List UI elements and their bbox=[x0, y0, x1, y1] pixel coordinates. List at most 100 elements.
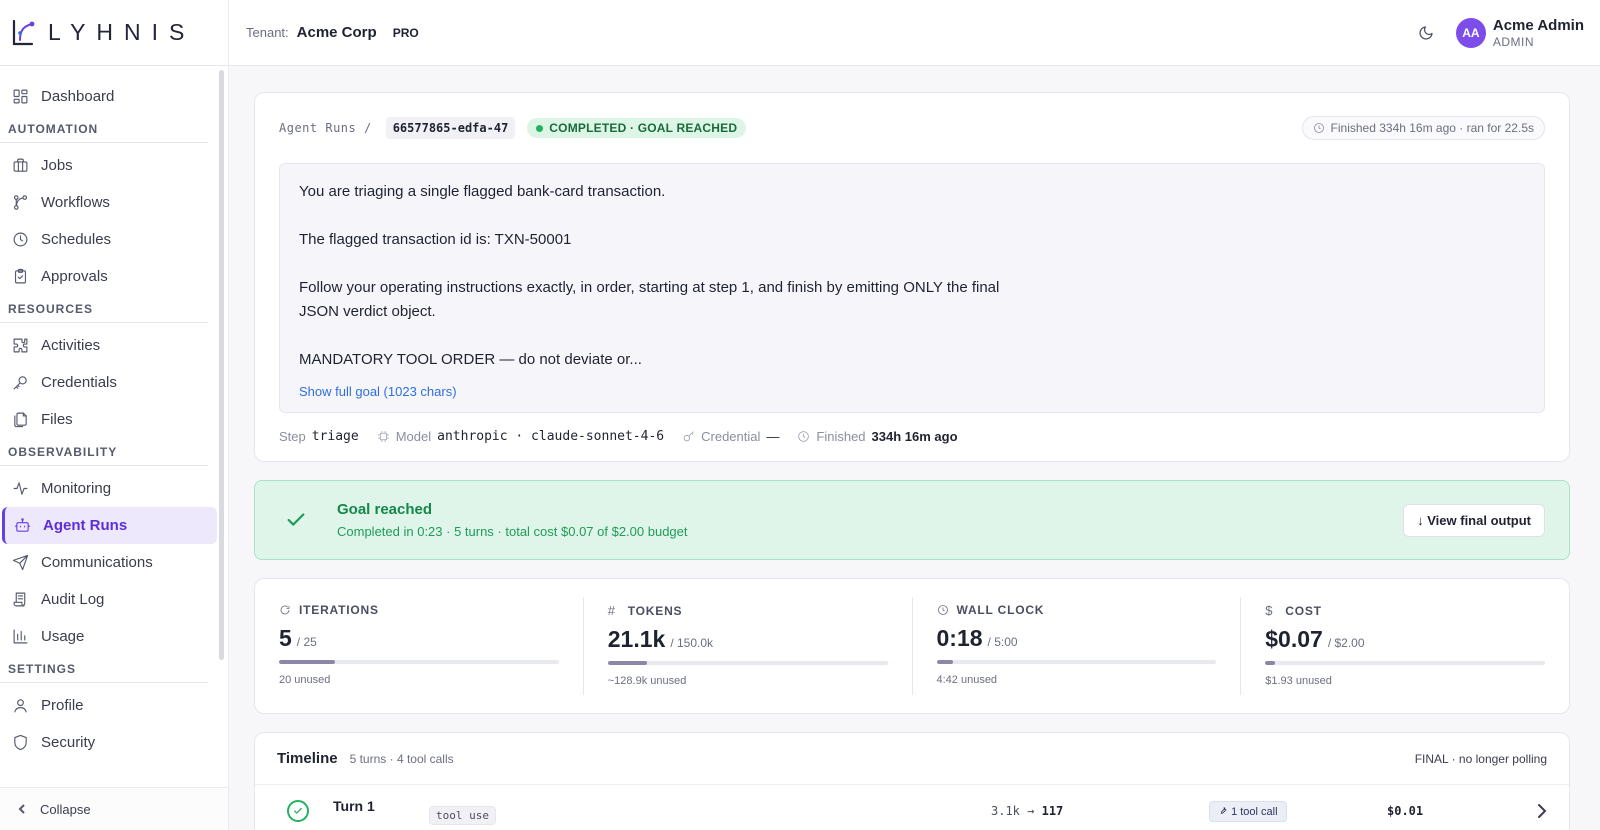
usage-bar bbox=[279, 660, 559, 664]
sidebar-scrollbar[interactable] bbox=[219, 70, 224, 660]
sidebar-item-agent-runs[interactable]: Agent Runs bbox=[2, 507, 217, 544]
stat-wall-clock: WALL CLOCK 0:18 / 5:00 4:42 unused bbox=[936, 597, 1242, 695]
sidebar-item-label: Activities bbox=[41, 337, 101, 354]
sidebar: Dashboard AUTOMATION Jobs Workflows Sche… bbox=[0, 66, 229, 830]
avatar[interactable]: AA bbox=[1455, 17, 1486, 48]
model-value: anthropic · claude-sonnet-4-6 bbox=[437, 428, 665, 444]
timeline-row[interactable]: Turn 1 tool use 3.1k → 117 1 tool call $… bbox=[255, 785, 1569, 830]
stat-value: 21.1k bbox=[607, 626, 666, 652]
sidebar-item-label: Usage bbox=[41, 628, 85, 645]
stat-unused: ~128.9k unused bbox=[607, 675, 687, 687]
sidebar-item-profile[interactable]: Profile bbox=[2, 687, 217, 724]
refresh-icon bbox=[279, 604, 293, 616]
theme-toggle-button[interactable] bbox=[1412, 19, 1440, 47]
sidebar-item-label: Agent Runs bbox=[43, 517, 128, 534]
sidebar-item-activities[interactable]: Activities bbox=[2, 327, 217, 364]
budget-stats: ITERATIONS 5 / 25 20 unused # TOKENS 21.1k… bbox=[254, 578, 1570, 714]
activity-icon bbox=[13, 482, 28, 495]
breadcrumb[interactable]: Agent Runs / bbox=[279, 121, 372, 135]
credential-value: — bbox=[766, 428, 780, 444]
model-label: Model bbox=[395, 428, 432, 444]
collapse-sidebar-button[interactable]: Collapse bbox=[0, 787, 228, 830]
collapse-label: Collapse bbox=[40, 801, 91, 817]
run-id: 66577865-edfa-47 bbox=[385, 117, 516, 139]
sidebar-item-dashboard[interactable]: Dashboard bbox=[2, 78, 217, 115]
key-icon bbox=[13, 376, 27, 390]
sidebar-item-communications[interactable]: Communications bbox=[2, 544, 217, 581]
key-icon bbox=[683, 430, 694, 441]
sidebar-item-credentials[interactable]: Credentials bbox=[2, 364, 217, 401]
user-name: Acme Admin bbox=[1492, 16, 1584, 34]
sidebar-item-monitoring[interactable]: Monitoring bbox=[2, 470, 217, 507]
view-final-output-button[interactable]: ↓ View final output bbox=[1403, 503, 1545, 537]
timeline-title: Timeline bbox=[277, 750, 338, 767]
sidebar-item-label: Credentials bbox=[41, 374, 117, 391]
status-dot-icon bbox=[536, 124, 544, 132]
goal-line: JSON verdict object. bbox=[299, 303, 436, 320]
sidebar-nav: Dashboard AUTOMATION Jobs Workflows Sche… bbox=[0, 66, 228, 761]
section-automation: AUTOMATION bbox=[0, 115, 208, 143]
clock-icon bbox=[937, 604, 951, 616]
dollar-icon: $ bbox=[1265, 603, 1274, 618]
sidebar-item-audit-log[interactable]: Audit Log bbox=[2, 581, 217, 618]
sidebar-item-label: Approvals bbox=[41, 268, 108, 285]
sidebar-item-schedules[interactable]: Schedules bbox=[2, 221, 217, 258]
usage-bar bbox=[1265, 661, 1545, 665]
show-full-goal-link[interactable]: Show full goal (1023 chars) bbox=[299, 384, 457, 399]
stat-unused: 20 unused bbox=[279, 674, 331, 686]
wrench-icon bbox=[1220, 806, 1227, 814]
stat-value: 5 bbox=[279, 625, 292, 651]
chevron-right-icon[interactable] bbox=[1537, 803, 1547, 819]
finished-summary-text: Finished 334h 16m ago · ran for 22.5s bbox=[1330, 121, 1534, 135]
briefcase-icon bbox=[13, 158, 28, 172]
workflow-icon bbox=[13, 195, 28, 210]
sidebar-item-label: Files bbox=[41, 411, 73, 428]
bot-icon bbox=[14, 518, 31, 532]
user-menu[interactable]: Acme Admin ADMIN bbox=[1493, 17, 1584, 49]
sidebar-item-label: Workflows bbox=[41, 194, 110, 211]
stat-tokens: # TOKENS 21.1k / 150.0k ~128.9k unused bbox=[607, 597, 913, 695]
section-settings: SETTINGS bbox=[0, 655, 208, 683]
sidebar-item-label: Schedules bbox=[41, 231, 112, 248]
sidebar-item-jobs[interactable]: Jobs bbox=[2, 147, 217, 184]
sidebar-item-approvals[interactable]: Approvals bbox=[2, 258, 217, 295]
sidebar-item-usage[interactable]: Usage bbox=[2, 618, 217, 655]
sidebar-item-security[interactable]: Security bbox=[2, 724, 217, 761]
sidebar-item-label: Communications bbox=[41, 554, 153, 571]
clock-icon bbox=[1313, 123, 1324, 133]
section-resources: RESOURCES bbox=[0, 295, 208, 323]
sidebar-item-workflows[interactable]: Workflows bbox=[2, 184, 217, 221]
scroll-icon bbox=[13, 592, 26, 607]
clock-icon bbox=[13, 232, 28, 247]
top-header: LYHNIS Tenant: Acme Corp PRO AA Acme Adm… bbox=[0, 0, 1600, 66]
tenant-selector[interactable]: Tenant: Acme Corp PRO bbox=[246, 24, 419, 41]
tool-call-count: 1 tool call bbox=[1231, 805, 1278, 818]
timeline-status: FINAL · no longer polling bbox=[1414, 751, 1547, 766]
credential-label: Credential bbox=[701, 428, 761, 444]
brand[interactable]: LYHNIS bbox=[0, 0, 229, 66]
run-meta-row: Step triage Model anthropic · claude-son… bbox=[279, 413, 1545, 459]
stat-value: $0.07 bbox=[1265, 626, 1323, 652]
files-icon bbox=[14, 412, 27, 428]
stat-max: / 150.0k bbox=[670, 636, 714, 650]
stat-iterations: ITERATIONS 5 / 25 20 unused bbox=[279, 597, 584, 695]
sidebar-item-files[interactable]: Files bbox=[2, 401, 217, 438]
main-content: Agent Runs / 66577865-edfa-47 COMPLETED … bbox=[254, 92, 1570, 830]
stat-value: 0:18 bbox=[936, 625, 983, 651]
usage-bar-fill bbox=[607, 661, 647, 665]
cpu-icon bbox=[377, 430, 389, 442]
hash-icon: # bbox=[607, 603, 616, 618]
send-icon bbox=[12, 554, 29, 571]
run-detail-card: Agent Runs / 66577865-edfa-47 COMPLETED … bbox=[254, 92, 1570, 462]
goal-line: You are triaging a single flagged bank-c… bbox=[299, 183, 666, 200]
goal-line: MANDATORY TOOL ORDER — do not deviate or… bbox=[299, 351, 642, 368]
timeline-subtitle: 5 turns · 4 tool calls bbox=[349, 751, 454, 766]
stat-unused: $1.93 unused bbox=[1265, 675, 1332, 687]
sidebar-item-label: Profile bbox=[41, 697, 84, 714]
turn-kind-badge: tool use bbox=[429, 805, 496, 825]
stat-max: / 5:00 bbox=[987, 635, 1018, 649]
turn-label: Turn 1 bbox=[333, 798, 375, 814]
finished-summary: Finished 334h 16m ago · ran for 22.5s bbox=[1301, 116, 1545, 140]
usage-bar-fill bbox=[1265, 661, 1276, 665]
tokens-out: 117 bbox=[1041, 804, 1064, 818]
